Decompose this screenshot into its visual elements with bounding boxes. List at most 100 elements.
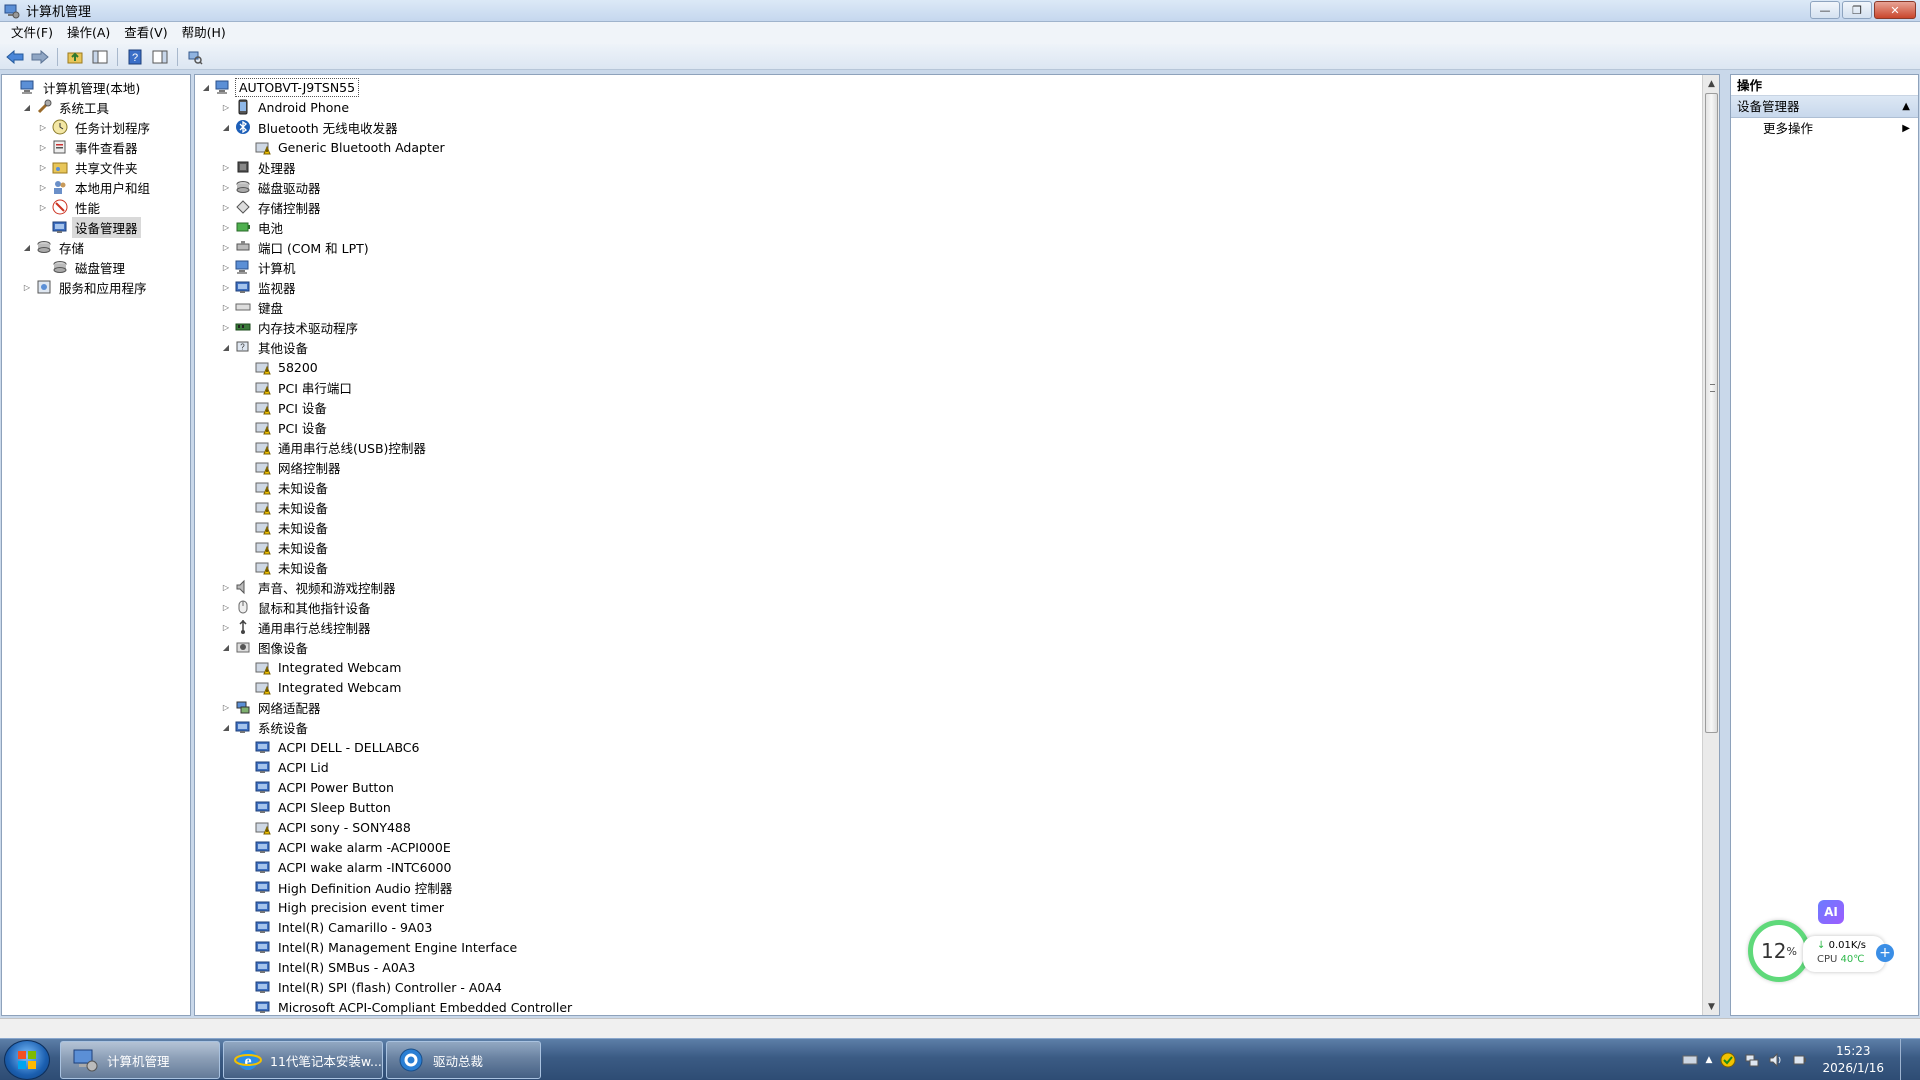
expand-arrow-icon[interactable]: ▷ [221,322,231,332]
console-tree-item[interactable]: ▷ 性能 [38,197,103,217]
collapse-caret-icon[interactable]: ▲ [1902,96,1910,118]
help-button[interactable]: ? [124,47,146,67]
expand-arrow-icon[interactable]: ▷ [38,142,48,152]
device-tree-item[interactable]: ACPI wake alarm -ACPI000E [241,837,454,857]
start-button[interactable] [4,1040,50,1080]
forward-button[interactable] [29,47,51,67]
console-tree-item[interactable]: ▷ 本地用户和组 [38,177,153,197]
taskbar-item-driver-president[interactable]: 驱动总裁 [386,1041,541,1079]
device-tree-item[interactable]: Generic Bluetooth Adapter [241,137,448,157]
device-tree-item[interactable]: 未知设备 [241,537,331,557]
volume-tray-icon[interactable] [1768,1052,1784,1068]
device-tree-item[interactable]: ▷ 鼠标和其他指针设备 [221,597,374,617]
device-tree-item[interactable]: ACPI DELL - DELLABC6 [241,737,423,757]
show-desktop-button[interactable] [1900,1039,1910,1080]
scroll-thumb[interactable] [1705,93,1718,733]
device-tree-item[interactable]: PCI 设备 [241,397,330,417]
console-tree-item[interactable]: ◢ 存储 [22,237,87,257]
device-tree-item[interactable]: ACPI sony - SONY488 [241,817,414,837]
device-tree-item[interactable]: 未知设备 [241,477,331,497]
collapse-arrow-icon[interactable]: ◢ [221,722,231,732]
device-tree-item[interactable]: 网络控制器 [241,457,344,477]
device-tree-item[interactable]: ACPI Power Button [241,777,397,797]
menu-action[interactable]: 操作(A) [60,23,117,43]
taskbar-item-computer-management[interactable]: 计算机管理 [60,1041,220,1079]
device-tree-item[interactable]: Intel(R) Management Engine Interface [241,937,520,957]
device-tree-item[interactable]: ▷ Android Phone [221,97,352,117]
close-button[interactable]: ✕ [1874,1,1916,19]
device-tree-item[interactable]: 未知设备 [241,557,331,577]
expand-arrow-icon[interactable]: ▷ [38,182,48,192]
expand-arrow-icon[interactable]: ▷ [221,202,231,212]
device-tree-item[interactable]: ◢? 其他设备 [221,337,311,357]
more-actions-item[interactable]: 更多操作 ▶ [1731,118,1918,140]
expand-arrow-icon[interactable]: ▷ [38,162,48,172]
console-tree-item[interactable]: ◢ 系统工具 [22,97,112,117]
device-tree-item[interactable]: ACPI wake alarm -INTC6000 [241,857,454,877]
show-action-pane-button[interactable] [149,47,171,67]
device-tree-item[interactable]: ▷ 磁盘驱动器 [221,177,324,197]
expand-arrow-icon[interactable]: ▷ [221,102,231,112]
tray-expand-icon[interactable]: ▲ [1706,1055,1713,1065]
device-tree-item[interactable]: ▷ 内存技术驱动程序 [221,317,361,337]
device-tree-item[interactable]: ▷ 声音、视频和游戏控制器 [221,577,399,597]
taskbar-clock[interactable]: 15:23 2026/1/16 [1822,1043,1884,1077]
power-tray-icon[interactable] [1792,1052,1808,1068]
expand-arrow-icon[interactable]: ▷ [221,282,231,292]
device-tree-item[interactable]: 未知设备 [241,517,331,537]
system-monitor-gadget[interactable]: AI 12% ↓ 0.01K/s CPU 40℃ + [1748,900,1898,1000]
scan-hardware-button[interactable] [184,47,206,67]
up-level-button[interactable] [64,47,86,67]
device-tree-item[interactable]: ◢ AUTOBVT-J9TSN55 [201,77,360,97]
menu-help[interactable]: 帮助(H) [175,23,233,43]
device-tree-item[interactable]: ▷ 网络适配器 [221,697,324,717]
device-tree-item[interactable]: ▷ 通用串行总线控制器 [221,617,374,637]
expand-arrow-icon[interactable]: ▷ [221,262,231,272]
expand-arrow-icon[interactable]: ▷ [221,582,231,592]
expand-arrow-icon[interactable]: ▷ [22,282,32,292]
device-tree-item[interactable]: Integrated Webcam [241,657,404,677]
device-tree-item[interactable]: Intel(R) Camarillo - 9A03 [241,917,435,937]
console-tree-item[interactable]: 设备管理器 [38,216,141,238]
console-tree-item[interactable]: 磁盘管理 [38,257,128,277]
actions-section-device-manager[interactable]: 设备管理器 ▲ [1731,96,1918,118]
menu-view[interactable]: 查看(V) [117,23,174,43]
collapse-arrow-icon[interactable]: ◢ [221,342,231,352]
device-tree-item[interactable]: High precision event timer [241,897,447,917]
scroll-down-arrow-icon[interactable]: ▼ [1703,998,1719,1015]
minimize-button[interactable]: — [1810,1,1840,19]
collapse-arrow-icon[interactable]: ◢ [22,242,32,252]
gadget-plus-icon[interactable]: + [1876,944,1894,962]
expand-arrow-icon[interactable]: ▷ [221,162,231,172]
device-tree-item[interactable]: Microsoft ACPI-Compliant Embedded Contro… [241,997,575,1015]
device-tree-item[interactable]: ▷ 存储控制器 [221,197,324,217]
device-tree-item[interactable]: Integrated Webcam [241,677,404,697]
keyboard-tray-icon[interactable] [1682,1052,1698,1068]
vertical-scrollbar[interactable]: ▲ ▼ [1702,75,1719,1015]
device-tree-item[interactable]: ▷ 电池 [221,217,286,237]
scroll-up-arrow-icon[interactable]: ▲ [1703,75,1719,92]
console-tree-item[interactable]: ▷ 服务和应用程序 [22,277,150,297]
expand-arrow-icon[interactable]: ▷ [221,702,231,712]
show-hide-tree-button[interactable] [89,47,111,67]
collapse-arrow-icon[interactable]: ◢ [22,102,32,112]
device-tree-item[interactable]: ACPI Lid [241,757,332,777]
taskbar-item-browser[interactable]: e 11代笔记本安装w... [223,1041,383,1079]
device-tree-item[interactable]: High Definition Audio 控制器 [241,877,455,897]
device-tree-item[interactable]: 58200 [241,357,321,377]
device-tree-item[interactable]: ▷ 处理器 [221,157,299,177]
collapse-arrow-icon[interactable]: ◢ [221,642,231,652]
expand-arrow-icon[interactable]: ▷ [221,622,231,632]
device-tree-item[interactable]: ◢ Bluetooth 无线电收发器 [221,117,401,137]
expand-arrow-icon[interactable]: ▷ [221,222,231,232]
collapse-arrow-icon[interactable]: ◢ [201,82,211,92]
console-tree-item[interactable]: 计算机管理(本地) [6,77,143,97]
collapse-arrow-icon[interactable]: ◢ [221,122,231,132]
expand-arrow-icon[interactable]: ▷ [221,302,231,312]
device-tree-item[interactable]: ACPI Sleep Button [241,797,394,817]
console-tree-item[interactable]: ▷ 事件查看器 [38,137,141,157]
network-tray-icon[interactable] [1744,1052,1760,1068]
device-tree-item[interactable]: ▷ 监视器 [221,277,299,297]
device-tree-item[interactable]: Intel(R) SMBus - A0A3 [241,957,418,977]
console-tree-item[interactable]: ▷ 任务计划程序 [38,117,153,137]
